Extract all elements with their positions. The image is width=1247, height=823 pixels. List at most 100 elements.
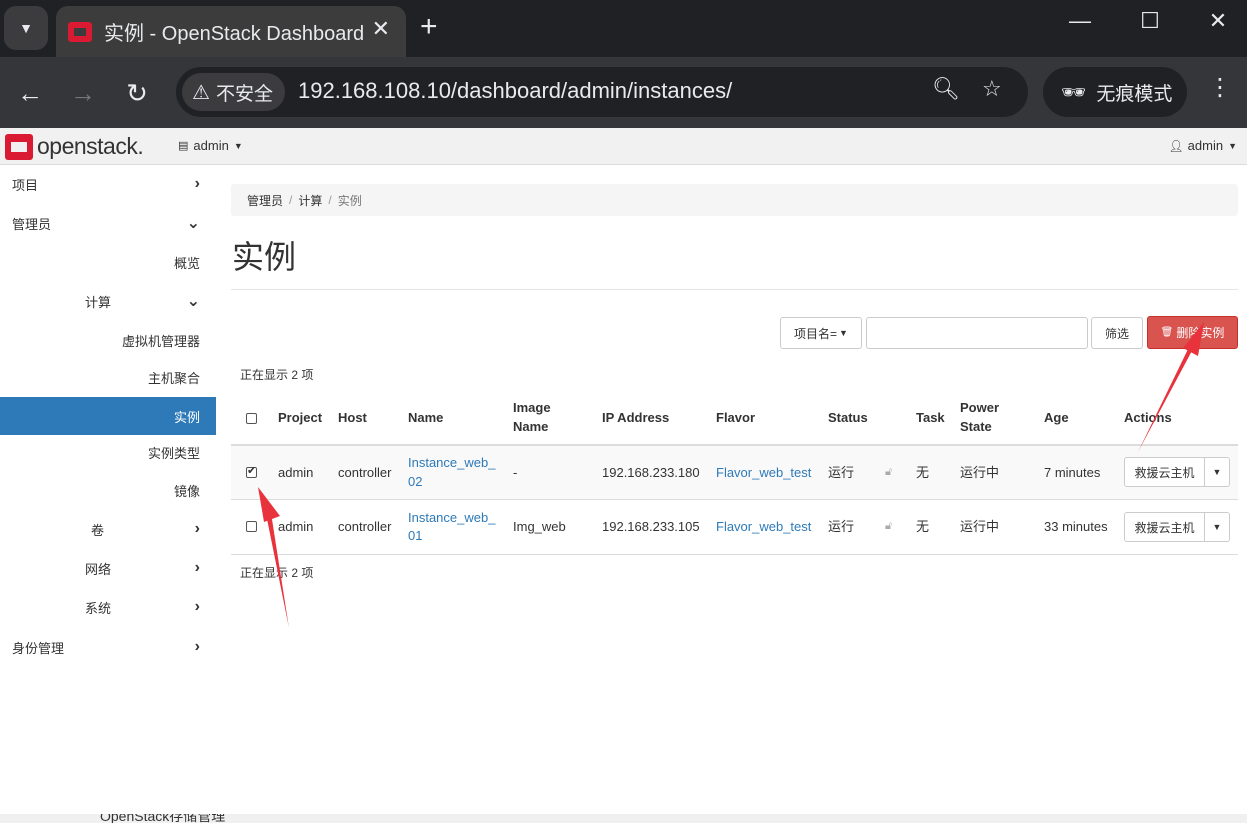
new-tab-button[interactable]: + <box>420 10 438 44</box>
cell-project: admin <box>278 519 314 534</box>
sidebar-item-identity[interactable]: 身份管理 › <box>0 628 216 666</box>
address-bar[interactable]: ⚠ 不安全 192.168.108.10/dashboard/admin/ins… <box>176 67 1028 117</box>
background-window-text: OpenStack存储管理 <box>100 814 226 823</box>
cell-age: 7 minutes <box>1044 465 1101 480</box>
column-header-name[interactable]: Name <box>408 408 443 427</box>
sidebar-item-host-aggregates[interactable]: 主机聚合 <box>0 358 216 396</box>
url-text[interactable]: 192.168.108.10/dashboard/admin/instances… <box>298 78 732 104</box>
breadcrumb-admin[interactable]: 管理员 <box>247 192 283 209</box>
column-header-image-name[interactable]: Image Name <box>513 398 573 436</box>
sidebar-item-compute[interactable]: 计算 ⌄ <box>0 282 216 320</box>
cell-project: admin <box>278 465 314 480</box>
sidebar-item-label: 系统 <box>85 600 112 616</box>
bookmark-star-icon[interactable]: ☆ <box>982 76 1002 102</box>
cell-status: 运行 <box>828 519 855 534</box>
row-actions: 救援云主机 ▼ <box>1124 512 1230 542</box>
column-header-flavor[interactable]: Flavor <box>716 408 755 427</box>
openstack-favicon-icon <box>68 21 92 42</box>
cell-power-state: 运行中 <box>960 519 1000 534</box>
incognito-label: 无痕模式 <box>1096 83 1173 105</box>
openstack-logo[interactable]: openstack. <box>5 133 144 160</box>
chevron-right-icon: › <box>194 520 200 537</box>
chevron-down-icon: ⌄ <box>186 293 200 310</box>
column-header-power-state[interactable]: Power State <box>960 398 1020 436</box>
zoom-search-icon[interactable]: 🔍︎ <box>932 76 960 102</box>
sidebar-item-instances[interactable]: 实例 <box>0 397 216 435</box>
column-header-task[interactable]: Task <box>916 408 945 427</box>
unlock-icon[interactable]: 🔓︎ <box>885 466 892 479</box>
instance-name-link-line2[interactable]: 01 <box>408 526 422 545</box>
cell-task: 无 <box>916 519 930 534</box>
sidebar-item-label: 身份管理 <box>12 640 65 656</box>
filter-field-select[interactable]: 项目名= ▼ <box>780 317 862 349</box>
filter-button[interactable]: 筛选 <box>1091 317 1143 349</box>
actions-dropdown-toggle[interactable]: ▼ <box>1205 512 1230 542</box>
filter-input[interactable] <box>866 317 1088 349</box>
sidebar-item-label: 项目 <box>12 177 39 193</box>
unlock-icon[interactable]: 🔓︎ <box>885 520 892 533</box>
tab-title: 实例 - OpenStack Dashboard <box>104 23 365 45</box>
instance-name-link[interactable]: Instance_web_ <box>408 508 495 527</box>
flavor-link[interactable]: Flavor_web_test <box>716 463 811 482</box>
sidebar-item-label: 虚拟机管理器 <box>121 333 200 349</box>
breadcrumb-separator: / <box>328 193 332 207</box>
title-divider <box>231 289 1238 290</box>
cell-image-name: - <box>513 465 518 480</box>
sidebar-item-flavors[interactable]: 实例类型 <box>0 433 216 471</box>
minimize-icon[interactable]: — <box>1060 8 1100 34</box>
sidebar-item-volumes[interactable]: 卷 › <box>0 510 216 548</box>
delete-instances-button[interactable]: 🗑︎ 删除实例 <box>1147 316 1238 349</box>
page-title: 实例 <box>232 239 297 275</box>
actions-dropdown-toggle[interactable]: ▼ <box>1205 457 1230 487</box>
row-checkbox[interactable] <box>246 521 257 532</box>
sidebar-item-overview[interactable]: 概览 <box>0 243 216 281</box>
sidebar-item-system[interactable]: 系统 › <box>0 588 216 626</box>
rescue-instance-button[interactable]: 救援云主机 <box>1124 457 1205 487</box>
rescue-instance-button[interactable]: 救援云主机 <box>1124 512 1205 542</box>
sidebar-item-label: 管理员 <box>12 216 52 232</box>
browser-tab[interactable]: 实例 - OpenStack Dashboard ✕ <box>56 6 406 57</box>
cell-power-state: 运行中 <box>960 465 1000 480</box>
column-header-actions: Actions <box>1124 410 1172 425</box>
row-checkbox[interactable] <box>246 464 257 478</box>
sidebar-item-network[interactable]: 网络 › <box>0 549 216 587</box>
maximize-icon[interactable]: ☐ <box>1130 8 1170 34</box>
caret-down-icon: ▼ <box>233 140 243 151</box>
project-name: admin <box>193 138 229 153</box>
user-menu[interactable]: 👤︎ admin ▼ <box>1168 138 1237 153</box>
column-header-age[interactable]: Age <box>1044 408 1069 427</box>
close-window-icon[interactable]: ✕ <box>1198 8 1238 34</box>
cell-age: 33 minutes <box>1044 519 1108 534</box>
cell-task: 无 <box>916 465 930 480</box>
breadcrumb-compute[interactable]: 计算 <box>298 192 322 209</box>
incognito-indicator[interactable]: 🕶︎ 无痕模式 <box>1043 67 1187 117</box>
openstack-logo-icon <box>5 133 33 160</box>
sidebar-item-project[interactable]: 项目 › <box>0 165 216 203</box>
incognito-icon: 🕶︎ <box>1061 81 1087 104</box>
browser-tab-bar: ▼ 实例 - OpenStack Dashboard ✕ + — ☐ ✕ <box>0 0 1247 57</box>
column-header-host[interactable]: Host <box>338 408 367 427</box>
more-menu-icon[interactable]: ⋮ <box>1206 73 1234 102</box>
instance-name-link[interactable]: Instance_web_ <box>408 453 495 472</box>
back-arrow-icon[interactable]: ← <box>12 75 48 111</box>
sidebar-item-label: 实例 <box>173 409 200 425</box>
column-header-status[interactable]: Status <box>828 408 868 427</box>
flavor-link[interactable]: Flavor_web_test <box>716 517 811 536</box>
user-name: admin <box>1187 138 1224 153</box>
cell-status: 运行 <box>828 465 855 480</box>
sidebar-item-admin[interactable]: 管理员 ⌄ <box>0 204 216 242</box>
project-switcher[interactable]: ▤ admin ▼ <box>178 138 243 153</box>
column-header-ip-address[interactable]: IP Address <box>602 408 669 427</box>
close-tab-icon[interactable]: ✕ <box>372 16 390 42</box>
column-header-project[interactable]: Project <box>278 408 322 427</box>
security-indicator[interactable]: ⚠ 不安全 <box>182 73 285 111</box>
sidebar-item-label: 卷 <box>91 522 105 538</box>
sidebar-item-images[interactable]: 镜像 <box>0 471 216 509</box>
instance-name-link-line2[interactable]: 02 <box>408 472 422 491</box>
forward-arrow-icon[interactable]: → <box>65 75 101 111</box>
sidebar-item-hypervisors[interactable]: 虚拟机管理器 <box>0 321 216 359</box>
select-all-checkbox[interactable] <box>246 413 257 424</box>
reload-icon[interactable]: ↻ <box>119 75 155 111</box>
tab-search-button[interactable]: ▼ <box>4 6 48 50</box>
chevron-right-icon: › <box>194 175 200 192</box>
